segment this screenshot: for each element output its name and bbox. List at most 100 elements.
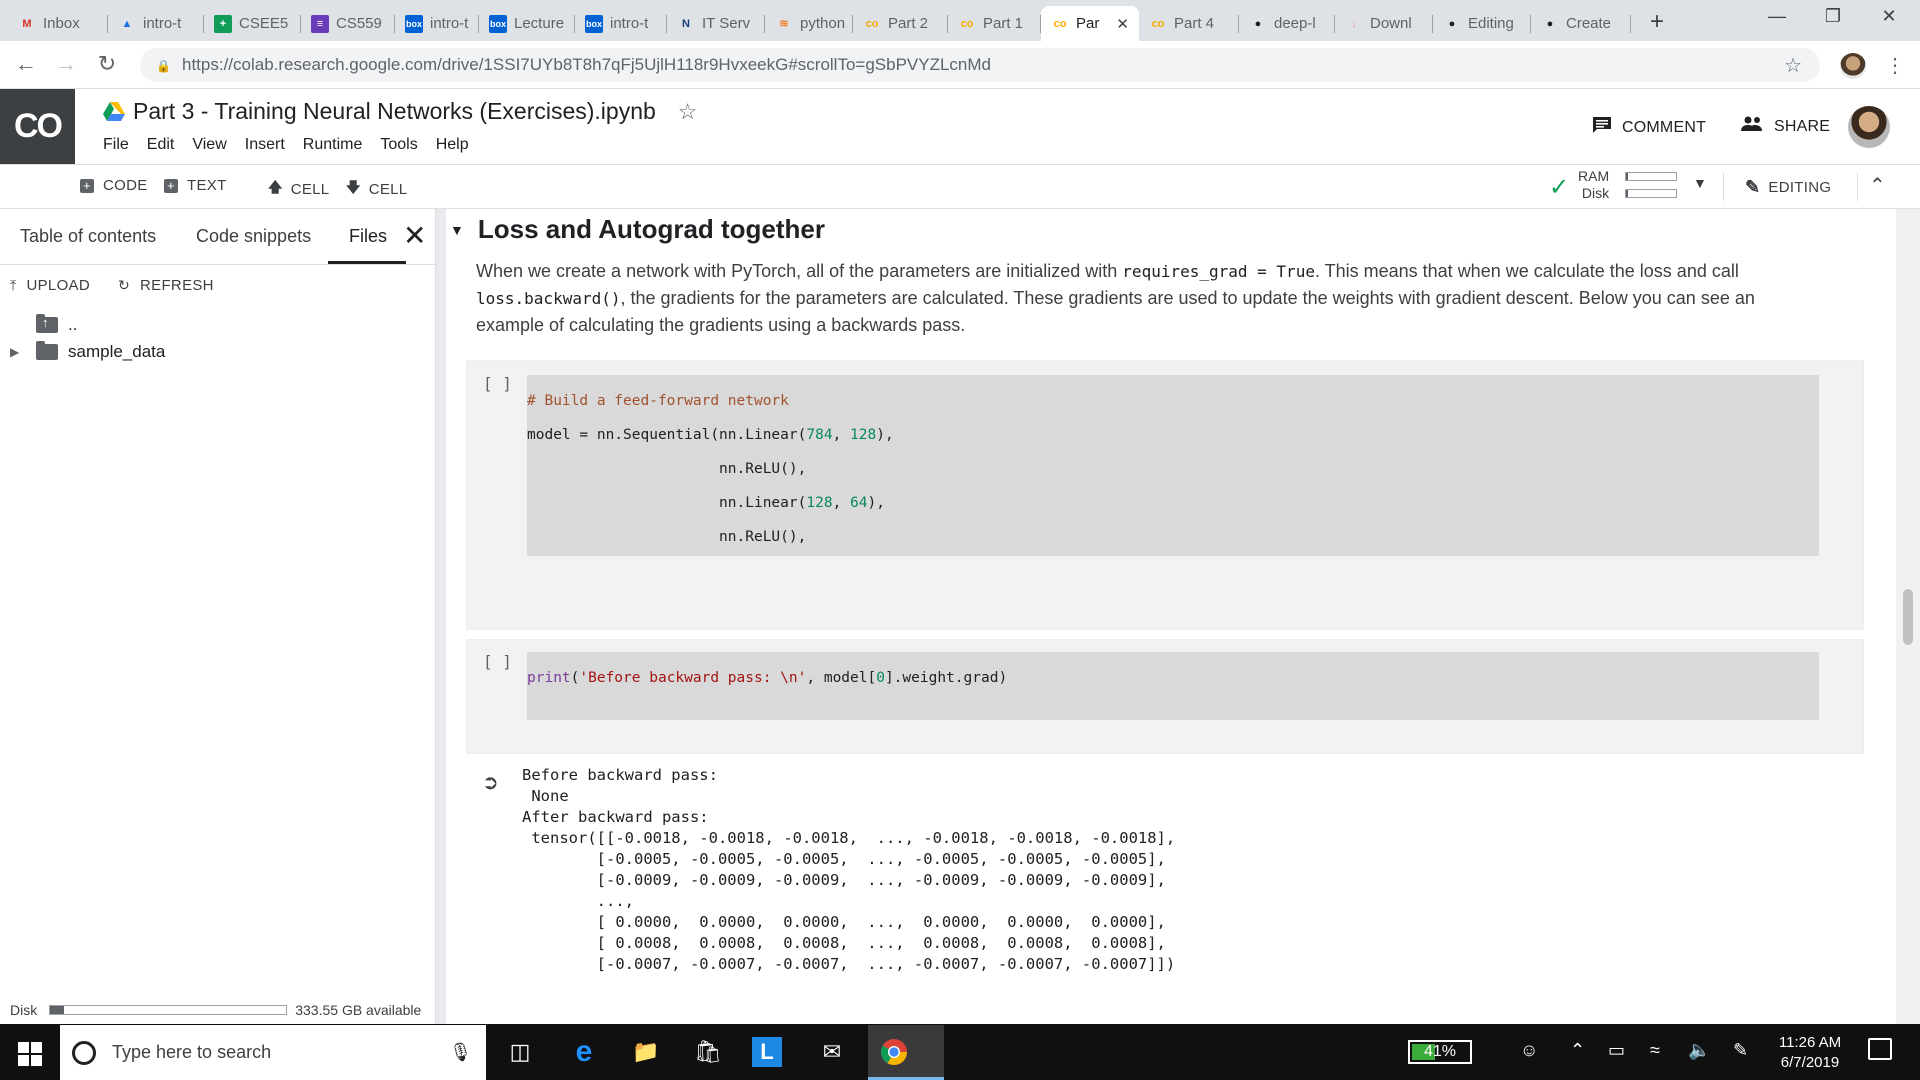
colab-logo[interactable]: CO [0,89,75,164]
editing-label: EDITING [1768,179,1832,196]
battery-tray-icon[interactable]: ▭ [1608,1040,1625,1061]
move-cell-down-button[interactable]: 🡇 CELL [346,177,407,201]
browser-menu-icon[interactable]: ⋮ [1885,53,1905,78]
panel-resize-handle[interactable] [436,209,446,1024]
people-icon[interactable]: ☺ [1520,1040,1538,1061]
browser-tab[interactable]: M Inbox [8,6,108,41]
store-icon[interactable]: 🛍 [690,1034,726,1070]
star-icon[interactable]: ☆ [678,99,698,125]
browser-tab[interactable]: ▲ intro-t [108,6,204,41]
scrollbar-thumb[interactable] [1903,589,1913,645]
menu-item-file[interactable]: File [103,136,129,154]
notebook-toolbar: + CODE + TEXT 🡅 CELL 🡇 CELL ✓ RAM Disk ▼… [0,164,1920,209]
url-text[interactable]: https://colab.research.google.com/drive/… [182,55,991,75]
bookmark-star-icon[interactable]: ☆ [1784,53,1802,78]
add-code-cell-button[interactable]: + CODE [80,177,148,194]
file-explorer-icon[interactable]: 📁 [628,1034,664,1070]
browser-profile-avatar[interactable] [1840,53,1866,79]
download-icon: ↓ [1351,17,1357,30]
browser-tab[interactable]: ● Create [1531,6,1631,41]
menu-item-insert[interactable]: Insert [245,136,285,154]
browser-tab[interactable]: co Part 2 [853,6,948,41]
browser-tab[interactable]: + CSEE5 [204,6,301,41]
code-editor-1[interactable]: # Build a feed-forward network model = n… [527,375,1819,556]
code-cell-1[interactable]: [ ] # Build a feed-forward network model… [466,360,1864,630]
url-bar[interactable]: 🔒 https://colab.research.google.com/driv… [140,48,1820,82]
menu-item-tools[interactable]: Tools [380,136,417,154]
browser-tab[interactable]: ● Editing [1433,6,1531,41]
run-cell-button[interactable]: [ ] [483,652,512,671]
tab-table-of-contents[interactable]: Table of contents [20,226,156,247]
new-tab-button[interactable]: + [1650,8,1664,36]
forward-arrow-icon[interactable]: → [52,51,80,77]
task-view-icon[interactable]: ◫ [502,1034,538,1070]
minimize-button[interactable]: — [1762,6,1792,27]
browser-tab[interactable]: ● deep-l [1239,6,1335,41]
menu-item-help[interactable]: Help [436,136,469,154]
upload-button[interactable]: ⤒ UPLOAD [10,277,90,294]
close-window-button[interactable]: ✕ [1874,6,1904,27]
text-cell-paragraph[interactable]: When we create a network with PyTorch, a… [476,258,1776,338]
lync-app-icon[interactable]: L [752,1037,782,1067]
refresh-button[interactable]: ↻ REFRESH [118,277,214,294]
edge-browser-icon[interactable]: e [566,1034,602,1070]
colab-icon: co [1151,17,1165,30]
mail-icon[interactable]: ✉ [814,1034,850,1070]
browser-tab[interactable]: ≡ CS559 [301,6,395,41]
resources-dropdown-icon[interactable]: ▼ [1693,175,1707,191]
code-cell-2[interactable]: [ ] print('Before backward pass: \n', mo… [466,639,1864,754]
tab-code-snippets[interactable]: Code snippets [196,226,311,247]
browser-tab[interactable]: N IT Serv [667,6,765,41]
browser-tab[interactable]: co Par ✕ [1041,6,1139,41]
editing-mode-button[interactable]: ✎ EDITING [1745,177,1831,198]
volume-muted-icon[interactable]: 🔈 [1688,1040,1710,1061]
windows-start-icon[interactable] [18,1042,42,1066]
system-clock[interactable]: 11:26 AM 6/7/2019 [1770,1033,1850,1073]
show-hidden-icons-chevron[interactable]: ⌃ [1570,1040,1585,1061]
collapse-section-icon[interactable]: ▼ [450,222,464,238]
browser-tab[interactable]: ↓ Downl [1335,6,1433,41]
share-button[interactable]: SHARE [1740,116,1830,137]
taskbar-search-box[interactable]: Type here to search 🎙 [60,1025,486,1080]
browser-tab[interactable]: ≋ python [765,6,853,41]
gmail-icon: M [22,17,32,30]
google-drive-icon[interactable] [103,101,125,122]
user-avatar[interactable] [1848,106,1890,148]
menu-item-view[interactable]: View [192,136,226,154]
pen-icon[interactable]: ✎ [1733,1040,1748,1061]
close-tab-icon[interactable]: ✕ [1116,15,1129,33]
maximize-button[interactable]: ❐ [1818,6,1848,27]
comment-button[interactable]: COMMENT [1592,116,1706,139]
notifications-icon[interactable] [1868,1038,1892,1060]
move-cell-up-button[interactable]: 🡅 CELL [268,177,329,201]
parent-directory-item[interactable]: .. [36,314,77,335]
ram-meter[interactable] [1625,172,1677,181]
menu-item-runtime[interactable]: Runtime [303,136,363,154]
notebook-title[interactable]: Part 3 - Training Neural Networks (Exerc… [133,98,656,125]
close-panel-icon[interactable]: ✕ [403,219,426,252]
tab-files[interactable]: Files [349,226,387,247]
disk-meter[interactable] [1625,189,1677,198]
microphone-icon[interactable]: 🎙 [449,1042,472,1063]
back-arrow-icon[interactable]: ← [12,51,40,77]
output-icon[interactable]: ➲ [482,770,499,795]
add-text-cell-button[interactable]: + TEXT [164,177,227,194]
browser-tab[interactable]: box Lecture [479,6,575,41]
main-scrollbar[interactable] [1896,209,1920,1024]
resource-labels[interactable]: RAM Disk [1578,168,1609,202]
expand-caret-icon[interactable]: ▶ [10,345,26,359]
battery-indicator[interactable]: 41% [1408,1040,1472,1064]
folder-item-sample-data[interactable]: ▶ sample_data [10,341,165,362]
collapse-header-icon[interactable]: ⌃ [1869,173,1886,198]
code-editor-2[interactable]: print('Before backward pass: \n', model[… [527,652,1819,720]
reload-icon[interactable]: ↻ [93,51,121,77]
browser-tab[interactable]: co Part 1 [948,6,1041,41]
wifi-icon[interactable]: ≈ [1650,1040,1660,1061]
browser-tab[interactable]: co Part 4 [1139,6,1239,41]
menu-item-edit[interactable]: Edit [147,136,175,154]
run-cell-button[interactable]: [ ] [483,374,512,393]
browser-tab-label: Create [1566,15,1612,32]
browser-tab[interactable]: box intro-t [575,6,667,41]
chrome-icon[interactable] [876,1034,912,1070]
browser-tab[interactable]: box intro-t [395,6,479,41]
